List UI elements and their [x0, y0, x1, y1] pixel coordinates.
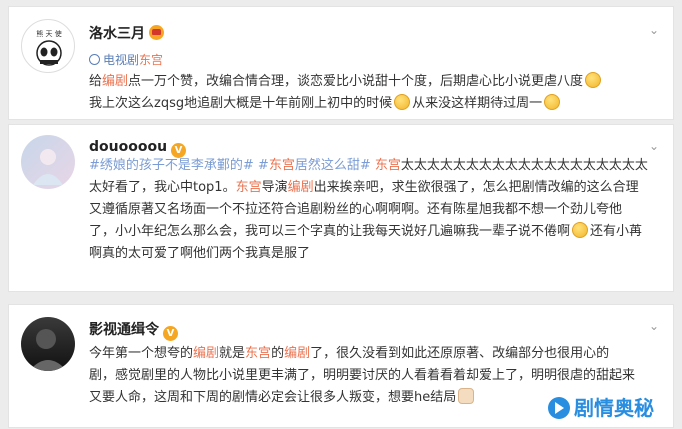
post-line: 了，小小年纪怎么那么会，我可以三个字真的让我每天说好几遍嘛我一辈子说不倦啊 还有小… [89, 222, 643, 239]
keyword-link[interactable]: 东宫 [236, 180, 262, 195]
weibo-post: 熊 天 使 洛水三月 ⌄ 电视剧东宫 给编剧点一万个赞，改编合情合理，谈恋爱比小… [8, 6, 674, 120]
post-line: #绣娘的孩子不是李承鄞的# #东宫居然这么甜# 东宫太太太太太太太太太太太太太太… [89, 158, 648, 173]
username[interactable]: 影视通缉令 V [89, 319, 178, 341]
keyword-link[interactable]: 东宫 [269, 158, 295, 173]
watermark: 剧情奥秘 [548, 392, 654, 421]
keyword-link[interactable]: 东宫 [371, 158, 401, 173]
watermark-text: 剧情奥秘 [574, 396, 654, 420]
hashtag-link[interactable]: # [254, 158, 269, 173]
avatar[interactable] [21, 135, 75, 189]
keyword-link[interactable]: 编剧 [284, 346, 310, 361]
post-line: 又遵循原著又名场面一个不拉还符合追剧粉丝的心啊啊啊。还有陈星旭我都不想一个劲儿夸… [89, 202, 623, 217]
dog-emoji-icon [458, 388, 475, 404]
post-line: 今年第一个想夸的编剧就是东宫的编剧了，很久没看到如此还原原著、改编部分也很用心的 [89, 346, 610, 361]
username[interactable]: 洛水三月 [89, 23, 164, 43]
post-line: 给编剧点一万个赞，改编合情合理，谈恋爱比小说甜十个度，后期虐心比小说更虐八度 [89, 71, 603, 93]
vip-crown-icon [149, 25, 164, 40]
keyword-link[interactable]: 东宫 [245, 346, 271, 361]
post-line: 啊真的太可爱了啊他们两个我真是服了 [89, 246, 311, 261]
post-body: #绣娘的孩子不是李承鄞的# #东宫居然这么甜# 东宫太太太太太太太太太太太太太太… [89, 155, 648, 265]
panda-avatar-icon: 熊 天 使 [36, 29, 62, 66]
avatar[interactable] [21, 317, 75, 371]
play-logo-icon [548, 397, 570, 419]
chevron-down-icon[interactable]: ⌄ [649, 23, 659, 37]
chevron-down-icon[interactable]: ⌄ [649, 139, 659, 153]
keyword-link[interactable]: 编剧 [193, 346, 219, 361]
post-line: 太好看了，我心中top1。东宫导演编剧出来挨亲吧，求生欲很强了，怎么把剧情改编的… [89, 180, 639, 195]
post-line: 剧，感觉剧里的人物比小说里更丰满了，明明要讨厌的人看着看着却爱上了，明明很虐的甜… [89, 368, 636, 383]
source-show-link[interactable]: 东宫 [139, 53, 163, 67]
smile-emoji-icon [544, 94, 561, 110]
keyword-link[interactable]: 编剧 [288, 180, 314, 195]
avatar-label: 熊 天 使 [36, 29, 61, 38]
tv-icon [89, 54, 100, 65]
hashtag-link[interactable]: #绣娘的孩子不是李承鄞的# [89, 158, 254, 173]
username-text[interactable]: 影视通缉令 [89, 322, 159, 338]
smile-emoji-icon [394, 94, 411, 110]
source-label: 电视剧 [103, 53, 140, 67]
source-line: 电视剧东宫 [89, 51, 163, 68]
crying-emoji-icon [572, 222, 589, 238]
figure-avatar-icon [33, 149, 63, 185]
hashtag-link[interactable]: 居然这么甜# [295, 158, 371, 173]
chevron-down-icon[interactable]: ⌄ [649, 319, 659, 333]
avatar[interactable]: 熊 天 使 [21, 19, 75, 73]
weibo-post: douoooou V ⌄ #绣娘的孩子不是李承鄞的# #东宫居然这么甜# 东宫太太… [8, 124, 674, 292]
dark-figure-avatar-icon [29, 329, 67, 371]
username-text[interactable]: douoooou [89, 139, 167, 155]
username-text[interactable]: 洛水三月 [89, 26, 145, 42]
verified-v-icon: V [163, 326, 178, 341]
keyword-link[interactable]: 编剧 [102, 74, 128, 89]
post-line: 我上次这么zqsg地追剧大概是十年前刚上初中的时候 从来没这样期待过周一 [89, 93, 603, 115]
post-body: 给编剧点一万个赞，改编合情合理，谈恋爱比小说甜十个度，后期虐心比小说更虐八度 我… [89, 71, 603, 115]
crying-emoji-icon [585, 72, 602, 88]
